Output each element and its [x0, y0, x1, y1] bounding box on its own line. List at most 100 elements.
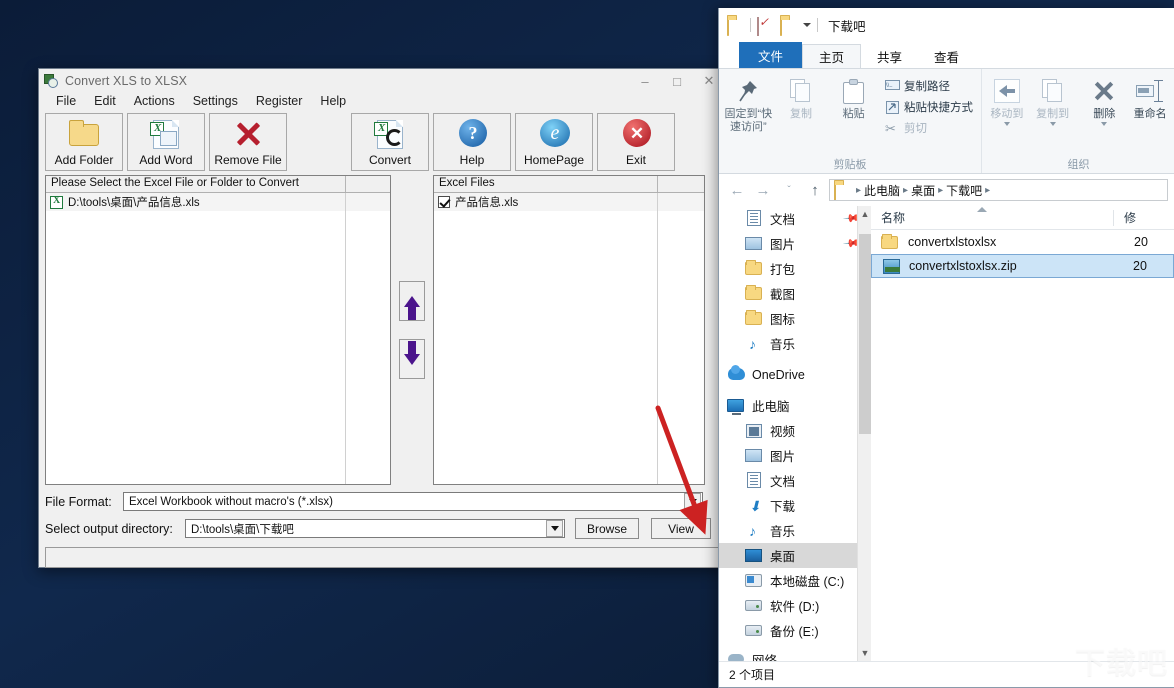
excel-file-icon	[50, 195, 63, 209]
tab-file[interactable]: 文件	[739, 42, 803, 68]
source-column-filler	[346, 176, 390, 192]
copy-button[interactable]: 复制	[776, 72, 827, 121]
sidebar-item-drive-d[interactable]: 软件 (D:)	[719, 593, 871, 618]
output-directory-select[interactable]: D:\tools\桌面\下载吧	[185, 519, 565, 538]
source-column-header[interactable]: Please Select the Excel File or Folder t…	[46, 176, 346, 192]
folder-icon	[745, 260, 764, 277]
minimize-button[interactable]: –	[629, 69, 661, 93]
breadcrumb-desktop[interactable]: 桌面	[911, 182, 935, 199]
add-word-button[interactable]: Add Word	[127, 113, 205, 171]
tab-view[interactable]: 查看	[918, 44, 975, 68]
help-button[interactable]: ? Help	[433, 113, 511, 171]
list-item[interactable]: D:\tools\桌面\产品信息.xls	[46, 193, 390, 211]
convert-button[interactable]: Convert	[351, 113, 429, 171]
column-header-name[interactable]: 名称	[871, 206, 1113, 229]
paste-shortcut-button[interactable]: 粘贴快捷方式	[881, 98, 977, 116]
file-list-pane: 名称 修 convertxlstoxlsx 20 convertxlstoxls…	[871, 206, 1174, 661]
file-date: 20	[1133, 259, 1147, 273]
breadcrumb-this-pc[interactable]: 此电脑	[864, 182, 900, 199]
new-folder-icon[interactable]	[780, 17, 797, 36]
properties-icon[interactable]	[757, 17, 774, 36]
cut-button[interactable]: ✂ 剪切	[881, 119, 977, 137]
rename-button[interactable]: 重命名	[1129, 72, 1171, 121]
folder-icon[interactable]	[727, 17, 744, 36]
move-up-button[interactable]	[399, 281, 425, 321]
menu-item-file[interactable]: File	[47, 93, 85, 109]
sidebar-item-local-disk-c[interactable]: 本地磁盘 (C:)	[719, 568, 871, 593]
recent-locations-button[interactable]: ˇ	[777, 178, 801, 202]
sidebar-item-icons[interactable]: 图标	[719, 306, 871, 331]
sidebar-item-pictures-pc[interactable]: 图片	[719, 443, 871, 468]
excel-files-column-header[interactable]: Excel Files	[434, 176, 658, 192]
sidebar-item-network[interactable]: 网络	[719, 647, 871, 661]
table-row[interactable]: convertxlstoxlsx.zip 20	[871, 254, 1174, 278]
remove-file-button[interactable]: Remove File	[209, 113, 287, 171]
list-item[interactable]: 产品信息.xls	[434, 193, 704, 211]
browse-button[interactable]: Browse	[575, 518, 639, 539]
sidebar-item-documents-pc[interactable]: 文档	[719, 468, 871, 493]
sidebar-item-music-pc[interactable]: ♪ 音乐	[719, 518, 871, 543]
add-folder-button[interactable]: Add Folder	[45, 113, 123, 171]
chevron-down-icon[interactable]	[1101, 122, 1108, 126]
copy-to-button[interactable]: 复制到	[1032, 72, 1074, 126]
sidebar-item-desktop[interactable]: 桌面	[719, 543, 871, 568]
maximize-button[interactable]: □	[661, 69, 693, 93]
back-button[interactable]: ←	[725, 178, 749, 202]
sidebar-item-label: 软件 (D:)	[770, 600, 820, 614]
move-to-button[interactable]: 移动到	[986, 72, 1028, 126]
move-down-button[interactable]	[399, 339, 425, 379]
sidebar-item-drive-e[interactable]: 备份 (E:)	[719, 618, 871, 643]
paste-button[interactable]: 粘贴	[828, 72, 879, 121]
menu-item-register[interactable]: Register	[247, 93, 312, 109]
sidebar-item-music-quick[interactable]: ♪ 音乐	[719, 331, 871, 356]
tab-home[interactable]: 主页	[802, 44, 862, 68]
pin-to-quick-access-button[interactable]: 固定到“快速访问”	[723, 72, 774, 134]
breadcrumb-separator: ▸	[856, 184, 862, 196]
menu-item-help[interactable]: Help	[311, 93, 355, 109]
homepage-button[interactable]: e HomePage	[515, 113, 593, 171]
exit-button[interactable]: ✕ Exit	[597, 113, 675, 171]
file-format-select[interactable]: Excel Workbook without macro's (*.xlsx)	[123, 492, 703, 511]
sidebar-item-label: 截图	[770, 288, 796, 302]
menu-item-settings[interactable]: Settings	[184, 93, 247, 109]
cut-label: 剪切	[904, 123, 928, 135]
excel-document-icon	[149, 118, 183, 150]
sidebar-item-packaging[interactable]: 打包	[719, 256, 871, 281]
sidebar-item-onedrive[interactable]: OneDrive	[719, 362, 871, 387]
delete-button[interactable]: 删除	[1084, 72, 1126, 126]
sidebar-item-pictures[interactable]: 图片 📌	[719, 231, 871, 256]
sidebar-item-downloads[interactable]: ⬇ 下载	[719, 493, 871, 518]
tab-share[interactable]: 共享	[861, 44, 918, 68]
menu-item-edit[interactable]: Edit	[85, 93, 125, 109]
view-button[interactable]: View	[651, 518, 711, 539]
sidebar-item-this-pc[interactable]: 此电脑	[719, 393, 871, 418]
navigation-scrollbar[interactable]: ▲ ▼	[857, 206, 871, 661]
scrollbar-thumb[interactable]	[859, 234, 871, 434]
scroll-up-icon[interactable]: ▲	[858, 206, 871, 222]
breadcrumb-current-folder[interactable]: 下载吧	[946, 182, 982, 199]
column-header-date-modified[interactable]: 修	[1114, 206, 1174, 229]
table-row[interactable]: convertxlstoxlsx 20	[871, 230, 1174, 254]
delete-label: 删除	[1093, 108, 1116, 120]
chevron-down-icon[interactable]	[1003, 122, 1010, 126]
breadcrumb-separator: ▸	[985, 184, 991, 196]
file-checkbox[interactable]	[438, 196, 450, 208]
chevron-down-icon[interactable]	[1049, 122, 1056, 126]
sidebar-item-documents[interactable]: 文档 📌	[719, 206, 871, 231]
excel-files-list[interactable]: Excel Files 产品信息.xls	[433, 175, 705, 485]
copy-path-button[interactable]: \\.. 复制路径	[881, 77, 977, 95]
chevron-down-icon[interactable]	[684, 493, 701, 510]
sidebar-item-screenshots[interactable]: 截图	[719, 281, 871, 306]
up-button[interactable]: ↑	[803, 178, 827, 202]
homepage-label: HomePage	[523, 153, 585, 167]
sidebar-item-videos[interactable]: 视频	[719, 418, 871, 443]
forward-button[interactable]: →	[751, 178, 775, 202]
source-files-list[interactable]: Please Select the Excel File or Folder t…	[45, 175, 391, 485]
breadcrumb[interactable]: ▸ 此电脑 ▸ 桌面 ▸ 下载吧 ▸	[829, 179, 1168, 201]
address-bar: ← → ˇ ↑ ▸ 此电脑 ▸ 桌面 ▸ 下载吧 ▸	[719, 174, 1174, 206]
customize-caret-icon[interactable]	[803, 23, 811, 27]
scroll-down-icon[interactable]: ▼	[858, 645, 871, 661]
menu-item-actions[interactable]: Actions	[125, 93, 184, 109]
video-icon	[745, 422, 764, 439]
chevron-down-icon[interactable]	[546, 520, 563, 537]
